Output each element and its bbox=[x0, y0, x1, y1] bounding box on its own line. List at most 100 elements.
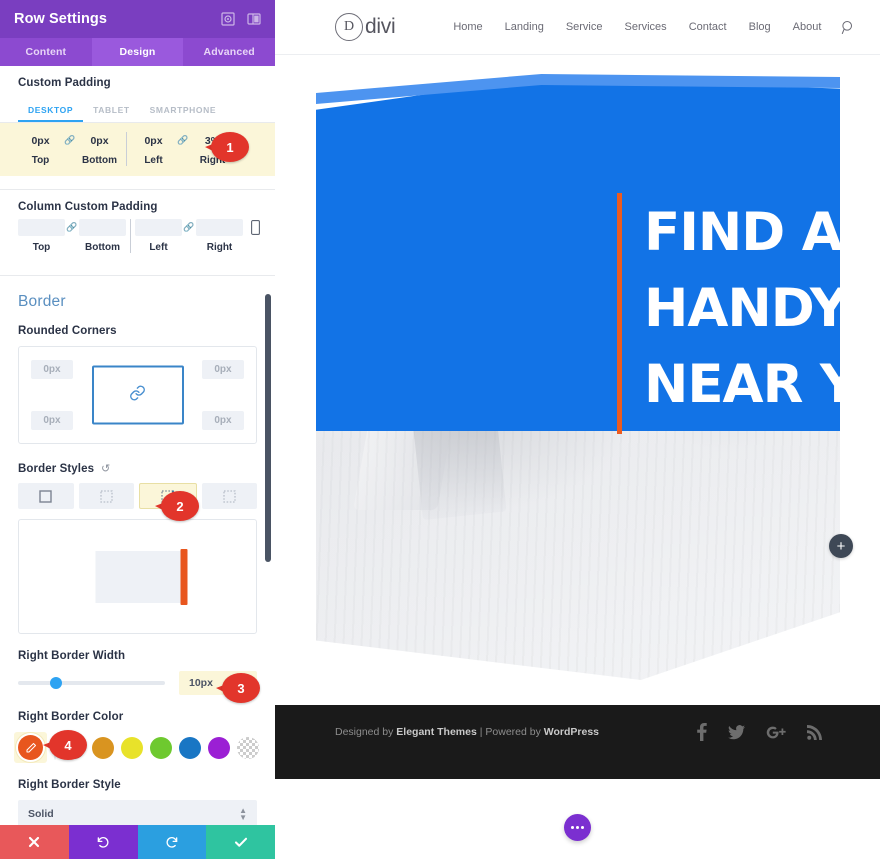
resp-tab-desktop[interactable]: DESKTOP bbox=[18, 99, 84, 122]
tab-advanced[interactable]: Advanced bbox=[183, 38, 275, 66]
border-width-value[interactable]: 10px bbox=[179, 671, 257, 695]
tab-design[interactable]: Design bbox=[91, 38, 184, 66]
link-icon[interactable] bbox=[129, 384, 146, 406]
corner-top-right-value[interactable]: 0px bbox=[202, 360, 244, 379]
link-icon[interactable]: 🔗 bbox=[176, 132, 190, 149]
resp-tab-smartphone[interactable]: SMARTPHONE bbox=[140, 99, 226, 122]
color-swatch-blue[interactable] bbox=[179, 736, 201, 759]
color-swatch-purple[interactable] bbox=[208, 736, 230, 759]
more-options-fab[interactable] bbox=[564, 814, 591, 841]
panel-tabs: Content Design Advanced bbox=[0, 38, 275, 66]
undo-button[interactable] bbox=[68, 825, 138, 859]
corner-bottom-left-value[interactable]: 0px bbox=[31, 411, 73, 430]
padding-top-value: 0px bbox=[31, 134, 50, 147]
nav-item-about[interactable]: About bbox=[793, 21, 822, 33]
color-swatch-red[interactable] bbox=[63, 736, 85, 759]
add-module-button[interactable]: + bbox=[829, 534, 853, 558]
divider bbox=[126, 132, 127, 166]
column-padding-left-field[interactable]: Left bbox=[135, 219, 182, 253]
reset-icon[interactable]: ↻ bbox=[101, 462, 110, 475]
slider-knob[interactable] bbox=[50, 677, 63, 689]
panel-scrollbar[interactable] bbox=[265, 294, 271, 562]
border-styles-options bbox=[18, 483, 257, 509]
color-swatch-transparent[interactable] bbox=[237, 736, 259, 759]
nav-item-service[interactable]: Service bbox=[566, 21, 603, 33]
footer-prefix: Designed by bbox=[335, 726, 397, 738]
color-picker-wrap bbox=[14, 732, 47, 763]
site-footer: Designed by Elegant Themes | Powered by … bbox=[275, 705, 880, 779]
hero-headline: FIND A HANDYMAN NEAR YOU bbox=[644, 195, 880, 423]
link-icon[interactable]: 🔗 bbox=[182, 219, 196, 236]
rounded-corners-control: 0px 0px 0px 0px bbox=[18, 346, 257, 444]
border-style-top[interactable] bbox=[78, 483, 134, 509]
corner-link-box[interactable] bbox=[91, 365, 184, 425]
search-icon[interactable] bbox=[841, 20, 856, 35]
nav-item-contact[interactable]: Contact bbox=[689, 21, 727, 33]
page-title: Row Settings bbox=[14, 11, 108, 27]
footer-platform[interactable]: WordPress bbox=[544, 726, 599, 738]
padding-right-field[interactable]: 3% Right bbox=[190, 132, 235, 167]
google-plus-icon[interactable] bbox=[766, 725, 786, 740]
right-border-style-label: Right Border Style bbox=[18, 779, 121, 791]
border-style-bottom[interactable] bbox=[201, 483, 257, 509]
custom-padding-label: Custom Padding bbox=[18, 77, 111, 89]
logo-text: divi bbox=[365, 15, 396, 38]
row-settings-panel: Row Settings Content Design Advanced Cus… bbox=[0, 0, 275, 859]
color-swatch-yellow[interactable] bbox=[121, 736, 143, 759]
column-padding-top-field[interactable]: Top bbox=[18, 219, 65, 253]
site-logo[interactable]: D divi bbox=[335, 13, 396, 41]
color-swatch-row bbox=[14, 732, 259, 763]
dot bbox=[576, 826, 579, 829]
border-styles-label: Border Styles bbox=[18, 462, 95, 475]
border-style-value: Solid bbox=[28, 808, 54, 820]
color-picker-button[interactable] bbox=[18, 735, 43, 760]
corner-bottom-right-value[interactable]: 0px bbox=[202, 411, 244, 430]
nav-item-blog[interactable]: Blog bbox=[749, 21, 771, 33]
border-style-select[interactable]: Solid ▲ ▼ bbox=[18, 800, 257, 828]
footer-brand[interactable]: Elegant Themes bbox=[396, 726, 477, 738]
resp-tab-tablet[interactable]: TABLET bbox=[83, 99, 140, 122]
padding-top-field[interactable]: 0px Top bbox=[18, 132, 63, 167]
padding-left-label: Left bbox=[144, 155, 163, 166]
column-padding-right-field[interactable]: Right bbox=[196, 219, 243, 253]
color-swatch-orange[interactable] bbox=[92, 736, 114, 759]
nav-item-services[interactable]: Services bbox=[625, 21, 667, 33]
rounded-corners-label: Rounded Corners bbox=[18, 325, 117, 337]
layout-toggle-icon[interactable] bbox=[247, 12, 261, 26]
target-icon[interactable] bbox=[221, 12, 235, 26]
twitter-icon[interactable] bbox=[728, 724, 745, 740]
border-width-slider[interactable] bbox=[18, 677, 165, 689]
tab-content[interactable]: Content bbox=[0, 38, 92, 66]
column-padding-bottom-value bbox=[79, 219, 126, 236]
panel-header-icons bbox=[221, 12, 261, 26]
column-padding-fields: Top 🔗 Bottom Left 🔗 Right bbox=[0, 213, 275, 263]
divi-builder-screen: Row Settings Content Design Advanced Cus… bbox=[0, 0, 880, 859]
chevron-updown-icon: ▲ ▼ bbox=[239, 805, 247, 822]
footer-social-links bbox=[696, 723, 822, 741]
facebook-icon[interactable] bbox=[696, 723, 707, 741]
hero-headline-line-1: FIND A bbox=[644, 202, 843, 263]
nav-item-landing[interactable]: Landing bbox=[505, 21, 544, 33]
color-swatch-green[interactable] bbox=[150, 736, 172, 759]
padding-top-label: Top bbox=[31, 155, 50, 166]
rss-icon[interactable] bbox=[807, 724, 822, 740]
cancel-button[interactable] bbox=[0, 825, 69, 859]
border-preview-rect bbox=[95, 548, 187, 605]
divider bbox=[130, 219, 131, 253]
padding-left-field[interactable]: 0px Left bbox=[131, 132, 176, 167]
color-swatch-current[interactable] bbox=[54, 735, 56, 760]
link-icon[interactable]: 🔗 bbox=[65, 219, 79, 236]
redo-button[interactable] bbox=[137, 825, 207, 859]
primary-nav: Home Landing Service Services Contact Bl… bbox=[453, 21, 821, 33]
corner-top-left-value[interactable]: 0px bbox=[31, 360, 73, 379]
padding-bottom-field[interactable]: 0px Bottom bbox=[77, 132, 122, 167]
mobile-device-icon[interactable] bbox=[247, 219, 263, 236]
close-icon bbox=[28, 836, 40, 848]
nav-item-home[interactable]: Home bbox=[453, 21, 482, 33]
link-icon[interactable]: 🔗 bbox=[63, 132, 77, 149]
border-style-right[interactable] bbox=[139, 483, 197, 509]
save-button[interactable] bbox=[206, 825, 275, 859]
border-style-all[interactable] bbox=[18, 483, 74, 509]
column-padding-bottom-field[interactable]: Bottom bbox=[79, 219, 126, 253]
undo-icon bbox=[96, 835, 110, 849]
